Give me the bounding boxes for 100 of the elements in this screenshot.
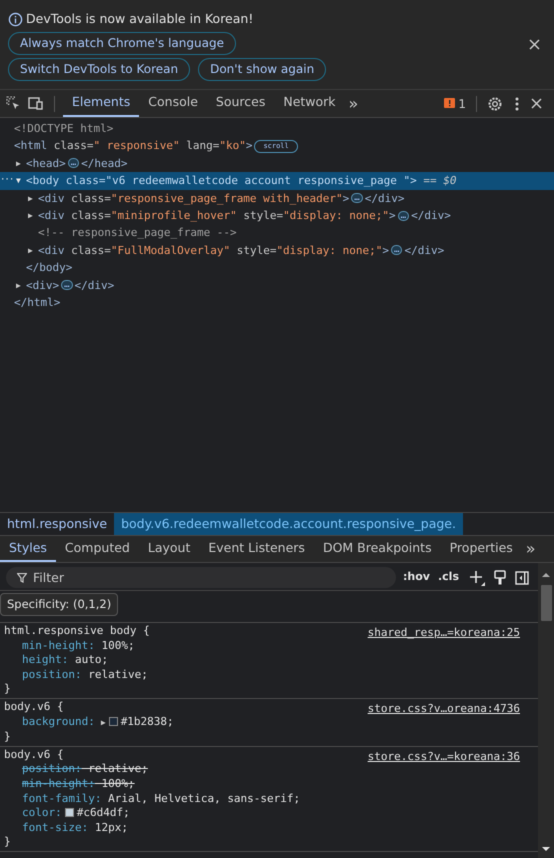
panel-tab[interactable]: Sources (206, 90, 274, 117)
css-property: font-size: (22, 820, 88, 834)
tag-text: <body (26, 173, 60, 190)
expand-toggle[interactable]: ▶ (100, 718, 106, 727)
attribute-name: class= (52, 138, 94, 154)
css-value: 12px; (94, 820, 128, 834)
attribute-value: "ko" (219, 138, 246, 154)
tag-text: > (410, 173, 417, 190)
collapsed-content-button[interactable]: … (391, 245, 402, 256)
css-property: min-height: (22, 776, 95, 790)
css-selector: body.v6 { (4, 700, 64, 715)
scrollbar[interactable] (538, 563, 554, 858)
more-tabs-button[interactable]: » (522, 537, 540, 561)
collapsed-content-button[interactable]: … (398, 210, 410, 221)
panel-tab[interactable]: Elements (63, 90, 140, 117)
selected-node-row[interactable]: ··· ▼ <body class="v6 redeemwalletcode account responsive_page "> == $0 (0, 172, 554, 190)
breadcrumb[interactable]: html.responsive (0, 513, 114, 535)
collapsed-content-button[interactable]: … (68, 158, 80, 168)
source-link[interactable]: store.css?v…oreana:4736 (368, 702, 520, 717)
tag-text: > (342, 190, 350, 207)
more-options-icon[interactable] (515, 96, 519, 110)
sidebar-tab[interactable]: Properties (440, 536, 522, 562)
selected-node-marker: == $0 (422, 173, 456, 190)
expand-toggle[interactable]: ▶ (28, 206, 38, 224)
infobar-button[interactable]: Always match Chrome's language (8, 32, 236, 55)
tag-text: </div> (411, 208, 451, 224)
attribute-value: "FullModalOverlay" (110, 242, 230, 259)
color-swatch[interactable] (108, 716, 118, 726)
scrollbar-thumb[interactable] (540, 585, 552, 621)
closing-brace: } (4, 682, 11, 697)
tag-text: </div> (404, 242, 444, 259)
sidebar-toggle-icon[interactable] (515, 570, 529, 584)
tag-text: <div> (26, 278, 60, 294)
sidebar-tab[interactable]: DOM Breakpoints (314, 536, 441, 562)
sidebar-tab[interactable]: Event Listeners (199, 536, 314, 562)
css-property: color: (22, 806, 62, 820)
expand-toggle[interactable]: ▶ (28, 190, 38, 207)
sidebar-tab[interactable]: Layout (138, 536, 200, 562)
tag-text: > (389, 208, 396, 224)
tag-text: </div> (364, 190, 404, 207)
tag-text: <html (14, 138, 48, 154)
attribute-value: "v6 redeemwalletcode account responsive_page " (105, 173, 410, 190)
css-property: font-family: (22, 792, 102, 805)
panel-tab[interactable]: Console (139, 90, 207, 117)
inspect-icon[interactable] (6, 96, 21, 111)
attribute-name: class= (70, 242, 111, 259)
close-icon[interactable] (529, 39, 540, 50)
info-icon (8, 12, 23, 27)
infobar-button[interactable]: Switch DevTools to Korean (8, 58, 190, 81)
sidebar-tab[interactable]: Styles (0, 536, 56, 562)
scroll-down-icon[interactable] (541, 845, 551, 853)
sidebar-tab[interactable]: Computed (56, 536, 139, 562)
specificity-tooltip: Specificity: (0,1,2) (0, 593, 118, 616)
infobar-button[interactable]: Don't show again (198, 58, 326, 81)
attribute-value: "responsive_page_frame with_header" (110, 190, 343, 207)
html-comment: <!-- responsive_page_frame --> (38, 225, 237, 242)
source-link[interactable]: shared_resp…=koreana:25 (368, 626, 520, 641)
expand-toggle[interactable]: ▶ (16, 154, 26, 172)
panel-tab[interactable]: Network (274, 90, 345, 117)
paint-roller-icon[interactable] (494, 570, 506, 585)
tag-text: </html> (14, 294, 60, 311)
device-icon[interactable] (27, 96, 44, 111)
attribute-value: "miniprofile_hover" (110, 208, 237, 224)
tag-text: </body> (26, 260, 72, 276)
css-value: #c6d4df; (76, 806, 130, 820)
source-link[interactable]: store.css?v…=koreana:36 (368, 750, 520, 764)
scroll-up-icon[interactable] (541, 571, 551, 579)
expand-toggle[interactable]: ▼ (16, 172, 26, 190)
css-property: min-height: (22, 638, 95, 652)
tag-text: </div> (74, 278, 114, 294)
breadcrumb[interactable]: body.v6.redeemwalletcode.account.responsive_page. (114, 513, 463, 535)
attribute-name: style= (236, 242, 276, 259)
closing-brace: } (4, 730, 11, 745)
issue-count: 1 (458, 96, 466, 112)
close-icon[interactable] (531, 98, 542, 109)
collapsed-content-button[interactable]: … (61, 280, 73, 290)
filter-field[interactable]: Filter (6, 567, 396, 588)
settings-icon[interactable] (487, 96, 503, 112)
issue-icon[interactable] (444, 98, 456, 109)
plus-icon[interactable] (469, 570, 485, 586)
tag-text: <div (38, 208, 64, 224)
expand-toggle[interactable]: ▶ (16, 276, 26, 294)
css-property: position: (22, 762, 82, 776)
css-value: #1b2838; (120, 714, 174, 728)
doctype-text: <!DOCTYPE html> (14, 121, 114, 137)
attribute-name: class= (70, 190, 111, 207)
expand-toggle[interactable]: ▶ (28, 242, 38, 260)
attribute-value: "display: none;" (283, 208, 390, 224)
infobar-message: DevTools is now available in Korean! (26, 10, 254, 28)
toolbar-toggle-button[interactable]: .cls (434, 569, 463, 586)
collapsed-content-button[interactable]: … (351, 193, 363, 204)
toolbar-toggle-button[interactable]: :hov (399, 569, 434, 586)
css-value: Arial, Helvetica, sans-serif; (107, 792, 300, 805)
css-property: height: (22, 653, 68, 666)
more-tabs-button[interactable]: » (344, 92, 362, 116)
tag-text: </head> (81, 156, 128, 172)
attribute-name: class= (64, 173, 106, 190)
color-swatch[interactable] (64, 808, 74, 818)
tag-text: <div (38, 190, 64, 207)
node-actions-dots[interactable]: ··· (0, 172, 14, 190)
